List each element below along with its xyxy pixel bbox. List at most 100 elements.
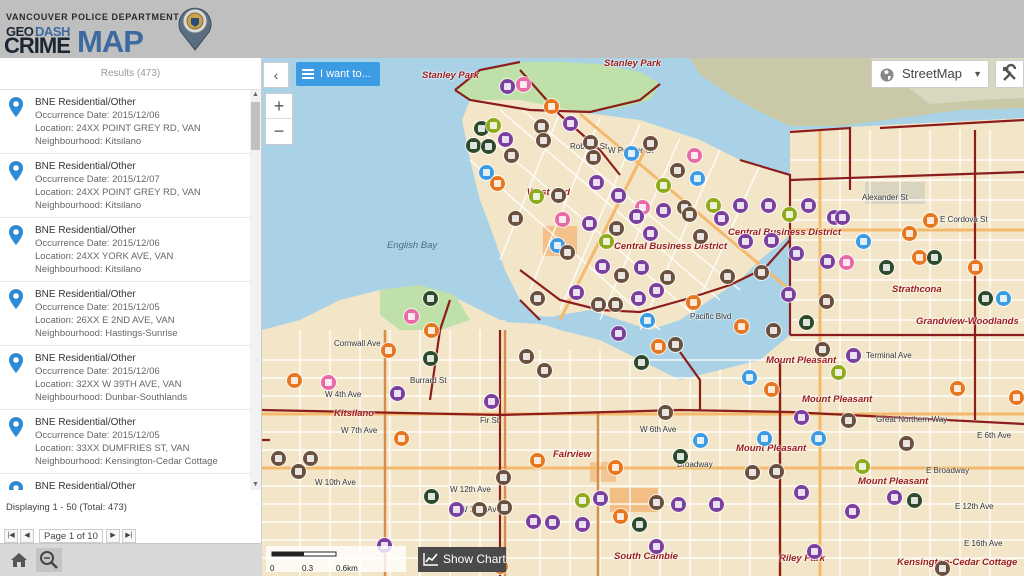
crime-marker-icon[interactable] [839, 255, 854, 270]
crime-marker-icon[interactable] [649, 283, 664, 298]
crime-marker-icon[interactable] [508, 211, 523, 226]
crime-marker-icon[interactable] [613, 509, 628, 524]
crime-marker-icon[interactable] [271, 451, 286, 466]
crime-marker-icon[interactable] [912, 250, 927, 265]
crime-marker-icon[interactable] [634, 355, 649, 370]
crime-marker-icon[interactable] [660, 270, 675, 285]
scroll-down-arrow-icon[interactable]: ▼ [250, 480, 261, 490]
crime-marker-icon[interactable] [996, 291, 1011, 306]
crime-marker-icon[interactable] [486, 118, 501, 133]
list-item[interactable]: BNE Residential/Other Occurrence Date: 2… [0, 282, 250, 346]
list-item[interactable]: BNE Residential/Other Occurrence Date: 2… [0, 218, 250, 282]
crime-marker-icon[interactable] [690, 171, 705, 186]
crime-marker-icon[interactable] [529, 189, 544, 204]
crime-marker-icon[interactable] [472, 502, 487, 517]
crime-marker-icon[interactable] [611, 188, 626, 203]
crime-marker-icon[interactable] [611, 326, 626, 341]
last-page-button[interactable]: ▶| [121, 529, 136, 543]
crime-marker-icon[interactable] [424, 489, 439, 504]
crime-marker-icon[interactable] [287, 373, 302, 388]
crime-marker-icon[interactable] [831, 365, 846, 380]
crime-marker-icon[interactable] [668, 337, 683, 352]
scroll-up-arrow-icon[interactable]: ▲ [250, 90, 261, 100]
crime-marker-icon[interactable] [640, 313, 655, 328]
crime-marker-icon[interactable] [794, 410, 809, 425]
list-item[interactable]: BNE Residential/Other Occurrence Date: 2… [0, 90, 250, 154]
crime-marker-icon[interactable] [950, 381, 965, 396]
crime-marker-icon[interactable] [545, 515, 560, 530]
crime-marker-icon[interactable] [569, 285, 584, 300]
crime-marker-icon[interactable] [589, 175, 604, 190]
crime-marker-icon[interactable] [734, 319, 749, 334]
crime-marker-icon[interactable] [530, 291, 545, 306]
crime-marker-icon[interactable] [819, 294, 834, 309]
crime-marker-icon[interactable] [794, 485, 809, 500]
crime-marker-icon[interactable] [902, 226, 917, 241]
crime-marker-icon[interactable] [686, 295, 701, 310]
crime-marker-icon[interactable] [846, 348, 861, 363]
crime-marker-icon[interactable] [497, 500, 512, 515]
crime-marker-icon[interactable] [390, 386, 405, 401]
crime-marker-icon[interactable] [516, 77, 531, 92]
crime-marker-icon[interactable] [714, 211, 729, 226]
crime-marker-icon[interactable] [583, 135, 598, 150]
crime-marker-icon[interactable] [907, 493, 922, 508]
crime-marker-icon[interactable] [303, 451, 318, 466]
crime-marker-icon[interactable] [424, 323, 439, 338]
list-item[interactable]: BNE Residential/Other Occurrence Date: 2… [0, 154, 250, 218]
crime-marker-icon[interactable] [643, 136, 658, 151]
crime-marker-icon[interactable] [575, 517, 590, 532]
home-button[interactable] [6, 548, 32, 572]
crime-marker-icon[interactable] [709, 497, 724, 512]
crime-marker-icon[interactable] [504, 148, 519, 163]
crime-marker-icon[interactable] [496, 470, 511, 485]
crime-marker-icon[interactable] [764, 233, 779, 248]
crime-marker-icon[interactable] [555, 212, 570, 227]
crime-marker-icon[interactable] [500, 79, 515, 94]
first-page-button[interactable]: |◀ [4, 529, 18, 543]
crime-marker-icon[interactable] [766, 323, 781, 338]
crime-marker-icon[interactable] [820, 254, 835, 269]
crime-marker-icon[interactable] [609, 221, 624, 236]
zoom-search-button[interactable] [36, 548, 62, 572]
crime-marker-icon[interactable] [404, 309, 419, 324]
crime-marker-icon[interactable] [534, 119, 549, 134]
crime-marker-icon[interactable] [887, 490, 902, 505]
crime-marker-icon[interactable] [720, 269, 735, 284]
scroll-thumb[interactable] [251, 102, 260, 150]
list-item[interactable]: BNE Residential/Other Occurrence Date: 2… [0, 346, 250, 410]
crime-marker-icon[interactable] [927, 250, 942, 265]
crime-marker-icon[interactable] [693, 229, 708, 244]
crime-marker-icon[interactable] [498, 132, 513, 147]
tools-button[interactable] [995, 60, 1024, 88]
crime-marker-icon[interactable] [769, 464, 784, 479]
crime-marker-icon[interactable] [879, 260, 894, 275]
crime-marker-icon[interactable] [801, 198, 816, 213]
crime-marker-icon[interactable] [560, 245, 575, 260]
crime-marker-icon[interactable] [629, 209, 644, 224]
crime-marker-icon[interactable] [807, 544, 822, 559]
crime-marker-icon[interactable] [632, 517, 647, 532]
crime-marker-icon[interactable] [670, 163, 685, 178]
crime-marker-icon[interactable] [291, 464, 306, 479]
crime-marker-icon[interactable] [593, 491, 608, 506]
crime-marker-icon[interactable] [591, 297, 606, 312]
crime-marker-icon[interactable] [595, 259, 610, 274]
collapse-panel-button[interactable]: ‹ [263, 62, 289, 88]
crime-marker-icon[interactable] [754, 265, 769, 280]
crime-marker-icon[interactable] [551, 188, 566, 203]
crime-marker-icon[interactable] [841, 413, 856, 428]
crime-marker-icon[interactable] [656, 178, 671, 193]
crime-marker-icon[interactable] [394, 431, 409, 446]
crime-marker-icon[interactable] [608, 460, 623, 475]
crime-marker-icon[interactable] [811, 431, 826, 446]
crime-marker-icon[interactable] [733, 198, 748, 213]
crime-marker-icon[interactable] [544, 99, 559, 114]
list-item[interactable]: BNE Residential/Other [0, 474, 250, 490]
crime-marker-icon[interactable] [856, 234, 871, 249]
crime-marker-icon[interactable] [845, 504, 860, 519]
crime-marker-icon[interactable] [673, 449, 688, 464]
crime-marker-icon[interactable] [815, 342, 830, 357]
results-scrollbar[interactable]: ▲ ▼ [250, 90, 261, 490]
crime-marker-icon[interactable] [582, 216, 597, 231]
